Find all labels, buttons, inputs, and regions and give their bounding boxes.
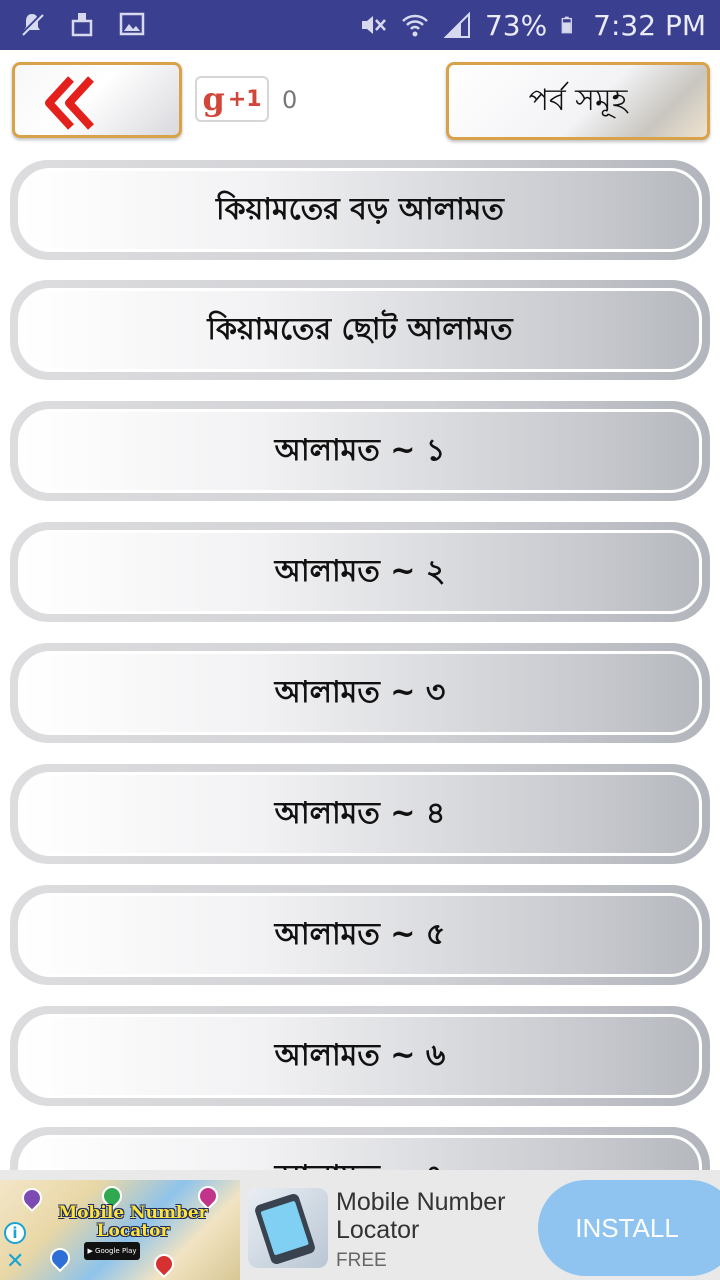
list-item[interactable]: আলামত ~ ৩ bbox=[10, 643, 710, 743]
ad-banner-title: Mobile Number Locator bbox=[58, 1203, 208, 1241]
header: g +1 0 পর্ব সমূহ bbox=[0, 50, 720, 155]
chapters-button[interactable]: পর্ব সমূহ bbox=[446, 62, 710, 140]
plus-one-count: 0 bbox=[282, 86, 298, 114]
app-icon bbox=[248, 1188, 328, 1268]
ad-banner[interactable]: Mobile Number Locator ▶ Google Play i ✕ … bbox=[0, 1170, 720, 1280]
list-item[interactable]: আলামত ~ ৭ bbox=[10, 1127, 710, 1170]
status-bar: 73% 7:32 PM bbox=[0, 0, 720, 50]
list-item[interactable]: আলামত ~ ৫ bbox=[10, 885, 710, 985]
ad-close-icon[interactable]: ✕ bbox=[6, 1251, 24, 1273]
list-item[interactable]: আলামত ~ ১ bbox=[10, 401, 710, 501]
list-item[interactable]: কিয়ামতের ছোট আলামত bbox=[10, 280, 710, 380]
chapters-label: পর্ব সমূহ bbox=[528, 82, 628, 118]
list-item-label: কিয়ামতের ছোট আলামত bbox=[18, 288, 702, 372]
clock: 7:32 PM bbox=[593, 8, 706, 42]
list-item[interactable]: আলামত ~ ২ bbox=[10, 522, 710, 622]
install-label: INSTALL bbox=[575, 1212, 679, 1243]
map-pin-icon bbox=[45, 1243, 75, 1273]
list-item-label: আলামত ~ ৪ bbox=[18, 772, 702, 856]
google-plus-icon: g bbox=[202, 80, 225, 118]
ad-price: FREE bbox=[336, 1250, 387, 1271]
install-button[interactable]: INSTALL bbox=[538, 1180, 720, 1276]
battery-icon bbox=[561, 16, 573, 34]
ad-info-icon[interactable]: i bbox=[4, 1222, 26, 1244]
signal-icon bbox=[443, 11, 470, 38]
image-icon bbox=[119, 12, 145, 36]
google-play-badge-icon: ▶ Google Play bbox=[84, 1242, 140, 1260]
list-item-label: আলামত ~ ৫ bbox=[18, 893, 702, 977]
list-item-label: আলামত ~ ৩ bbox=[18, 651, 702, 735]
chapter-list: কিয়ামতের বড় আলামত কিয়ামতের ছোট আলামত … bbox=[0, 160, 720, 1170]
list-item[interactable]: আলামত ~ ৬ bbox=[10, 1006, 710, 1106]
notifications-muted-icon bbox=[20, 12, 44, 36]
ad-title: Mobile Number Locator bbox=[336, 1188, 506, 1244]
double-chevron-left-icon bbox=[45, 76, 94, 130]
battery-percent: 73% bbox=[484, 8, 548, 42]
list-item-label: আলামত ~ ৬ bbox=[18, 1014, 702, 1098]
back-button[interactable] bbox=[12, 62, 182, 138]
google-plus-one-button[interactable]: g +1 bbox=[195, 76, 269, 122]
list-item[interactable]: আলামত ~ ৪ bbox=[10, 764, 710, 864]
list-item-label: আলামত ~ ৭ bbox=[18, 1135, 702, 1170]
cleaner-icon bbox=[71, 13, 93, 37]
plus-one-label: +1 bbox=[227, 86, 262, 112]
map-pin-icon bbox=[149, 1249, 179, 1279]
list-item[interactable]: কিয়ামতের বড় আলামত bbox=[10, 160, 710, 260]
list-item-label: আলামত ~ ২ bbox=[18, 530, 702, 614]
list-item-label: কিয়ামতের বড় আলামত bbox=[18, 168, 702, 252]
list-item-label: আলামত ~ ১ bbox=[18, 409, 702, 493]
ad-banner-image[interactable]: Mobile Number Locator ▶ Google Play bbox=[0, 1180, 240, 1280]
volume-muted-icon bbox=[361, 16, 386, 34]
wifi-icon bbox=[402, 14, 428, 37]
